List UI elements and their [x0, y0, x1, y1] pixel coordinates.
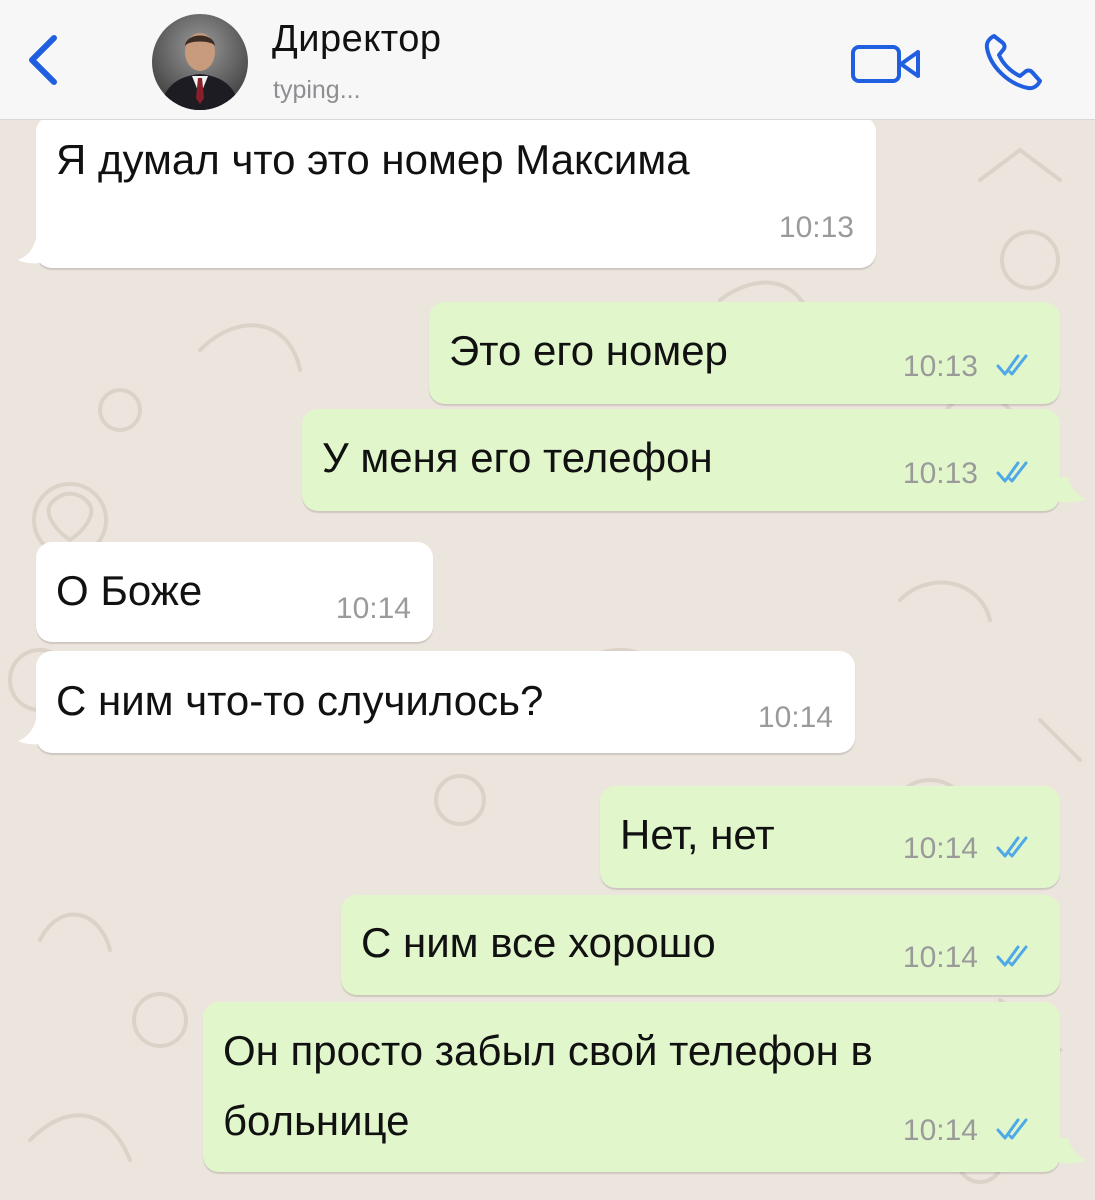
chat-area[interactable]: Я думал что это номер Максима 10:13 Это … — [0, 120, 1095, 1200]
message-time: 10:14 — [902, 832, 978, 865]
contact-name[interactable]: Директор — [272, 18, 442, 61]
message-bubble-outgoing[interactable]: У меня его телефон 10:13 — [302, 409, 1060, 511]
message-bubble-incoming[interactable]: С ним что-то случилось? 10:14 — [36, 651, 855, 753]
avatar[interactable] — [152, 14, 248, 110]
avatar-photo — [152, 14, 248, 110]
phone-icon[interactable] — [982, 30, 1048, 94]
bubble-tail — [18, 719, 48, 745]
double-check-icon — [996, 1118, 1028, 1140]
message-text: О Боже — [56, 567, 203, 614]
message-bubble-outgoing[interactable]: Нет, нет 10:14 — [600, 786, 1060, 888]
message-time: 10:14 — [902, 941, 978, 974]
message-text: Нет, нет — [620, 811, 775, 858]
typing-status: typing... — [273, 76, 361, 104]
message-time: 10:13 — [778, 211, 854, 244]
message-time: 10:14 — [335, 592, 411, 625]
message-text-line2: больнице — [223, 1097, 410, 1144]
message-text: Это его номер — [449, 327, 728, 374]
message-bubble-outgoing[interactable]: С ним все хорошо 10:14 — [341, 895, 1060, 995]
message-bubble-incoming[interactable]: Я думал что это номер Максима 10:13 — [36, 120, 876, 268]
double-check-icon — [996, 836, 1028, 858]
message-text: Я думал что это номер Максима — [56, 136, 690, 183]
message-time: 10:13 — [902, 457, 978, 490]
message-time: 10:14 — [757, 701, 833, 734]
message-text: У меня его телефон — [322, 434, 713, 481]
bubble-tail — [1056, 1138, 1086, 1164]
bubble-tail — [18, 238, 48, 264]
double-check-icon — [996, 945, 1028, 967]
video-camera-icon[interactable] — [848, 40, 924, 88]
message-text: С ним что-то случилось? — [56, 677, 544, 724]
double-check-icon — [996, 354, 1028, 376]
message-time: 10:13 — [902, 350, 978, 383]
message-text: Он просто забыл свой телефон в — [223, 1027, 873, 1074]
message-text: С ним все хорошо — [361, 919, 716, 966]
bubble-tail — [1056, 477, 1086, 503]
message-bubble-outgoing[interactable]: Это его номер 10:13 — [429, 302, 1060, 404]
message-time: 10:14 — [902, 1114, 978, 1147]
double-check-icon — [996, 461, 1028, 483]
message-bubble-incoming[interactable]: О Боже 10:14 — [36, 542, 433, 642]
message-bubble-outgoing[interactable]: Он просто забыл свой телефон в больнице … — [203, 1002, 1060, 1172]
chat-header: Директор typing... — [0, 0, 1095, 120]
chevron-left-icon[interactable] — [22, 30, 66, 90]
